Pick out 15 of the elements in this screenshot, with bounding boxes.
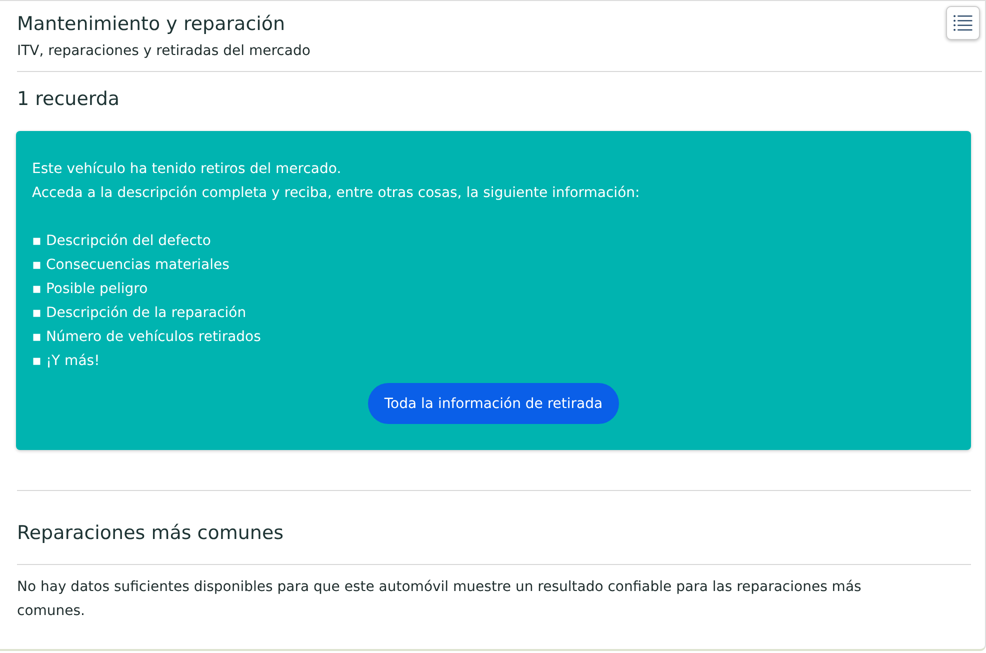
notice-list-item: ▪ ¡Y más! — [32, 352, 101, 371]
recall-info-button[interactable]: Toda la información de retirada — [368, 383, 619, 424]
notice-text: Acceda a la descripción completa y reciba, entre otras cosas, la siguiente información: — [32, 184, 641, 203]
info-paragraph: No hay datos suficientes disponibles para que este automóvil muestre un resultado confiable para las reparaciones más comunes. — [17, 578, 862, 621]
notice-list-item: ▪ Descripción del defecto — [32, 232, 212, 251]
menu-button[interactable] — [946, 6, 980, 40]
notice-list-item: ▪ Consecuencias materiales — [32, 256, 230, 275]
notice-list-item: ▪ Posible peligro — [32, 280, 149, 299]
notice-text: Este vehículo ha tenido retiros del mercado. — [32, 160, 342, 179]
section-subtitle: ITV, reparaciones y retiradas del mercado — [17, 42, 312, 61]
section-heading: Reparaciones más comunes — [17, 521, 285, 546]
notice-list-item: ▪ Descripción de la reparación — [32, 304, 248, 323]
recall-count: 1 recuerda — [17, 87, 121, 112]
section-title: Mantenimiento y reparación — [17, 12, 286, 37]
notice-list-item: ▪ Número de vehículos retirados — [32, 328, 262, 347]
